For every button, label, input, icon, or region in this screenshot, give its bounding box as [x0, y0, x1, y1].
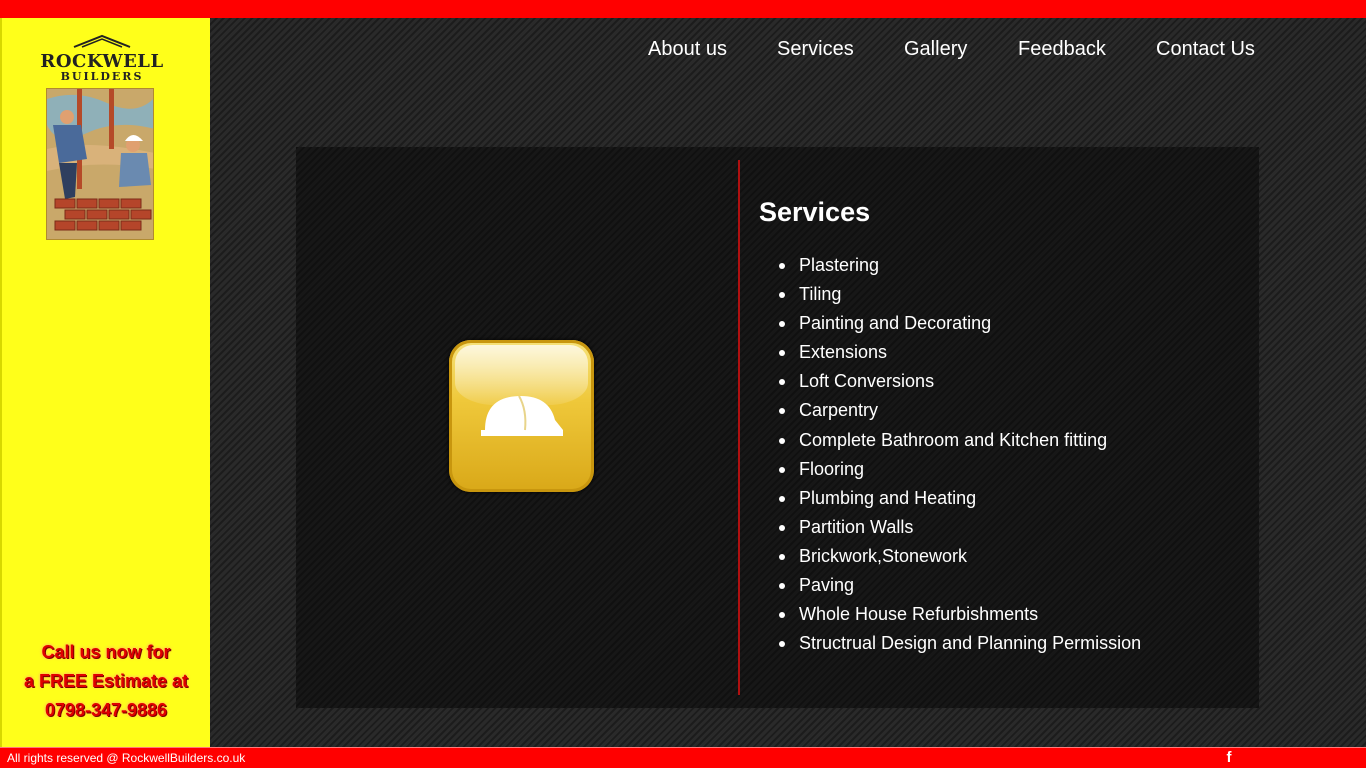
panel-divider: [738, 160, 740, 695]
bullet-icon: [779, 612, 785, 619]
logo-subtitle: BUILDERS: [60, 70, 144, 83]
nav-feedback[interactable]: Feedback: [1018, 38, 1106, 61]
bullet-icon: [779, 379, 785, 386]
bullet-icon: [779, 495, 785, 502]
roof-icon: [73, 34, 131, 48]
bullet-icon: [779, 466, 785, 473]
bullet-icon: [779, 350, 785, 357]
services-heading: Services: [759, 197, 871, 227]
nav-services[interactable]: Services: [777, 38, 854, 61]
services-list: Plastering Tiling Painting and Decoratin…: [779, 251, 1141, 658]
bullet-icon: [779, 321, 785, 328]
copyright-text: All rights reserved @ RockwellBuilders.c…: [7, 751, 246, 765]
service-item: Extensions: [779, 338, 1141, 367]
service-item: Plastering: [779, 251, 1141, 280]
facebook-icon[interactable]: f: [1222, 749, 1236, 766]
hard-hat-shape: [481, 395, 563, 436]
free-estimate-callout: Call us now for a FREE Estimate at 0798-…: [2, 638, 210, 725]
sidebar: ROCKWELL BUILDERS Call us now for a FREE…: [0, 18, 210, 747]
nav-about-us[interactable]: About us: [648, 38, 727, 61]
callout-line-2: a FREE Estimate at: [23, 671, 189, 691]
main-nav: About us Services Gallery Feedback Conta…: [632, 38, 1282, 68]
service-item: Brickwork,Stonework: [779, 542, 1141, 571]
bullet-icon: [779, 292, 785, 299]
bullet-icon: [779, 583, 785, 590]
bullet-icon: [779, 263, 785, 269]
company-logo[interactable]: ROCKWELL BUILDERS: [40, 34, 164, 82]
service-item: Loft Conversions: [779, 367, 1141, 396]
top-bar: [0, 0, 1366, 18]
service-item: Paving: [779, 571, 1141, 600]
nav-contact-us[interactable]: Contact Us: [1156, 38, 1255, 61]
bullet-icon: [779, 553, 785, 560]
service-item: Complete Bathroom and Kitchen fitting: [779, 426, 1141, 455]
bullet-icon: [779, 641, 785, 648]
logo-title: ROCKWELL: [40, 51, 164, 72]
service-item: Carpentry: [779, 396, 1141, 425]
service-item: Whole House Refurbishments: [779, 600, 1141, 629]
bullet-icon: [779, 437, 785, 444]
footer: All rights reserved @ RockwellBuilders.c…: [0, 747, 1366, 768]
nav-gallery[interactable]: Gallery: [904, 38, 967, 61]
service-item: Flooring: [779, 455, 1141, 484]
service-item: Tiling: [779, 280, 1141, 309]
service-item: Partition Walls: [779, 513, 1141, 542]
hard-hat-icon: [449, 340, 594, 492]
callout-line-1: Call us now for: [41, 642, 171, 662]
bullet-icon: [779, 524, 785, 531]
service-item: Painting and Decorating: [779, 309, 1141, 338]
services-panel: Services Plastering Tiling Painting and …: [296, 147, 1259, 708]
builders-illustration: [46, 88, 154, 240]
service-item: Structrual Design and Planning Permissio…: [779, 629, 1141, 658]
callout-phone[interactable]: 0798-347-9886: [2, 696, 210, 725]
bullet-icon: [779, 408, 785, 415]
service-item: Plumbing and Heating: [779, 484, 1141, 513]
